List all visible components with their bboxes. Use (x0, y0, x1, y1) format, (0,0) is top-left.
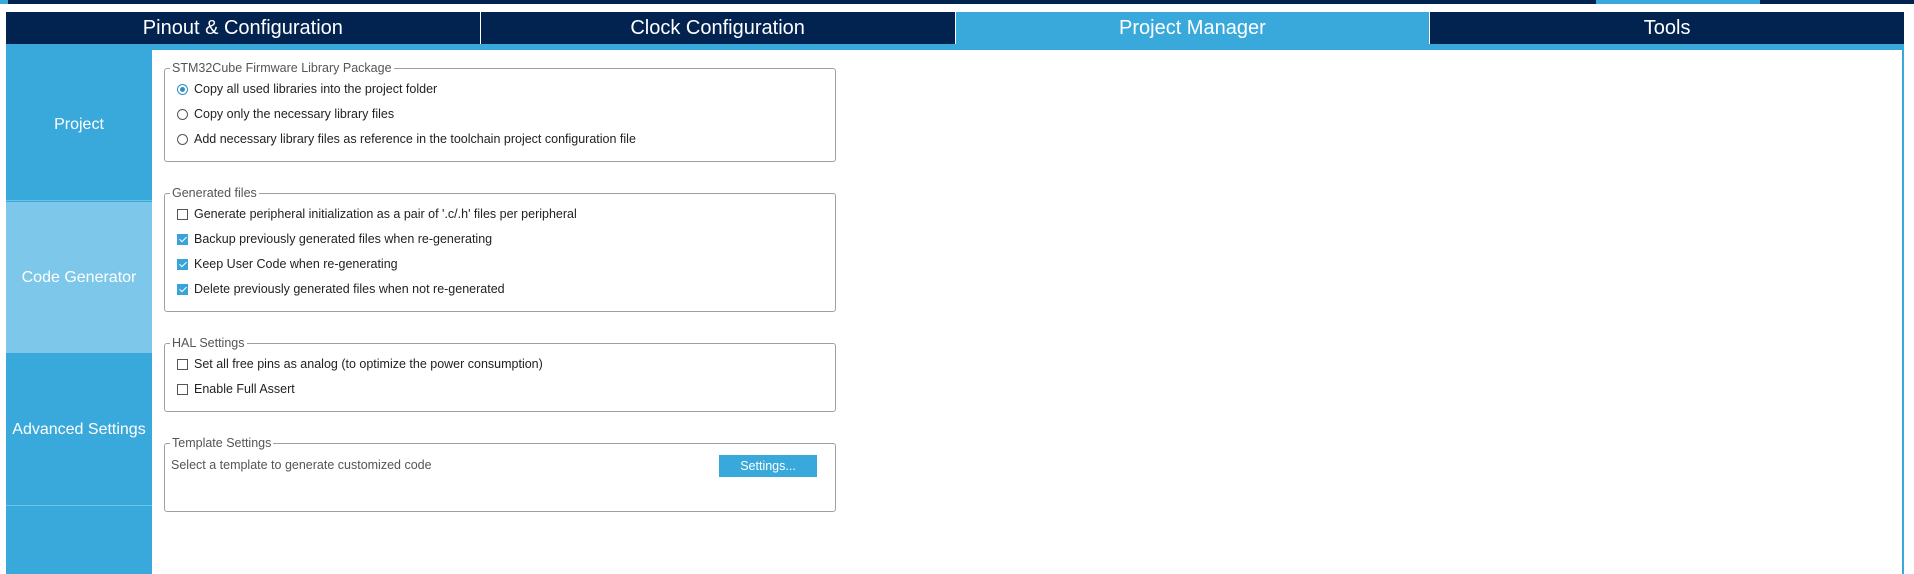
checkbox-backup-files[interactable]: Backup previously generated files when r… (177, 232, 492, 246)
radio-copy-all-libraries[interactable]: Copy all used libraries into the project… (177, 82, 437, 96)
option-label: Copy all used libraries into the project… (194, 82, 438, 96)
tab-project-manager[interactable]: Project Manager (955, 12, 1431, 44)
option-label: Set all free pins as analog (to optimize… (194, 357, 543, 371)
checkbox[interactable] (177, 208, 188, 220)
checkbox-checked[interactable] (177, 258, 188, 270)
radio-button[interactable] (177, 133, 188, 145)
group-legend: HAL Settings (170, 335, 247, 351)
top-strip-left-accent (0, 0, 8, 4)
checkbox-enable-full-assert[interactable]: Enable Full Assert (177, 382, 295, 396)
option-label: Backup previously generated files when r… (194, 232, 493, 246)
top-strip (0, 0, 1914, 12)
tab-pinout-configuration[interactable]: Pinout & Configuration (6, 12, 481, 44)
option-label: Delete previously generated files when n… (194, 282, 505, 296)
group-legend: Template Settings (170, 435, 274, 451)
radio-button-checked[interactable] (177, 83, 188, 95)
checkbox[interactable] (177, 358, 188, 370)
radio-copy-necessary-files[interactable]: Copy only the necessary library files (177, 107, 394, 121)
option-label: Add necessary library files as reference… (194, 132, 636, 146)
top-strip-right-accent (1596, 0, 1760, 4)
checkbox-generate-peripheral-pair[interactable]: Generate peripheral initialization as a … (177, 207, 577, 221)
template-settings-button[interactable]: Settings... (719, 455, 817, 477)
main-tab-bar: Pinout & Configuration Clock Configurati… (6, 12, 1904, 44)
option-label: Enable Full Assert (194, 382, 295, 396)
sidebar-item-code-generator[interactable]: Code Generator (6, 202, 152, 353)
checkbox-keep-user-code[interactable]: Keep User Code when re-generating (177, 257, 398, 271)
template-description: Select a template to generate customized… (171, 458, 432, 472)
radio-add-as-reference[interactable]: Add necessary library files as reference… (177, 132, 636, 146)
sidebar-item-advanced-settings[interactable]: Advanced Settings (6, 355, 152, 504)
tab-clock-configuration[interactable]: Clock Configuration (481, 12, 956, 44)
sidebar-item-project[interactable]: Project (6, 50, 152, 199)
sidebar-separator (6, 200, 152, 201)
option-label: Copy only the necessary library files (194, 107, 395, 121)
option-label: Generate peripheral initialization as a … (194, 207, 577, 221)
group-legend: STM32Cube Firmware Library Package (170, 60, 394, 76)
checkbox-checked[interactable] (177, 283, 188, 295)
radio-button[interactable] (177, 108, 188, 120)
checkbox[interactable] (177, 383, 188, 395)
firmware-package-group: STM32Cube Firmware Library Package Copy … (164, 60, 836, 162)
option-label: Keep User Code when re-generating (194, 257, 398, 271)
tab-tools[interactable]: Tools (1430, 12, 1904, 44)
checkbox-delete-generated-files[interactable]: Delete previously generated files when n… (177, 282, 505, 296)
generated-files-group: Generated files Generate peripheral init… (164, 185, 836, 312)
template-settings-group: Template Settings Select a template to g… (164, 435, 836, 512)
sidebar-item-extra[interactable] (6, 506, 152, 574)
group-legend: Generated files (170, 185, 259, 201)
sidebar: Project Code Generator Advanced Settings (6, 50, 152, 574)
hal-settings-group: HAL Settings Set all free pins as analog… (164, 335, 836, 412)
checkbox-checked[interactable] (177, 233, 188, 245)
checkbox-free-pins-analog[interactable]: Set all free pins as analog (to optimize… (177, 357, 543, 371)
